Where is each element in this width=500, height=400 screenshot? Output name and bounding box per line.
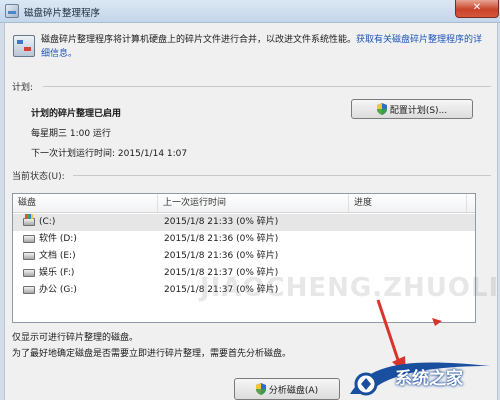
disk-row[interactable]: (C:) 2015/1/8 21:33 (0% 碎片) [13,214,475,231]
disk-last-run: 2015/1/8 21:33 (0% 碎片) [164,217,279,227]
column-header-progress[interactable]: 进度 [349,194,467,212]
system-drive-icon [23,214,35,226]
column-header-disk[interactable]: 磁盘 [13,194,158,212]
disk-name: 文档 (E:) [39,251,76,261]
description-text: 磁盘碎片整理程序将计算机硬盘上的碎片文件进行合并，以改进文件系统性能。 [41,35,357,45]
uac-shield-icon [376,103,387,115]
window-client: 磁盘碎片整理程序将计算机硬盘上的碎片文件进行合并，以改进文件系统性能。获取有关磁… [4,23,498,400]
current-status-label: 当前状态(U): [12,172,65,182]
drive-icon [23,235,35,243]
annotation-arrow-small-icon [432,318,442,326]
drive-icon [23,252,35,260]
analyze-disk-label: 分析磁盘(A) [268,385,319,396]
disk-name: 办公 (G:) [39,285,77,295]
schedule-section-label: 计划: [12,83,34,93]
list-scrollbar[interactable] [465,212,475,322]
brand-name: 系统之家 [395,369,463,389]
disk-name: (C:) [39,217,56,227]
defrag-illustration-icon [13,35,35,57]
configure-schedule-label: 配置计划(S)... [389,105,448,116]
disk-last-run: 2015/1/8 21:36 (0% 碎片) [164,251,279,261]
schedule-run-time: 每星期三 1:00 运行 [31,129,111,139]
footer-note-2: 为了最好地确定磁盘是否需要立即进行碎片整理，需要首先分析磁盘。 [12,349,292,359]
title-bar: 磁盘碎片整理程序 ✕ [0,0,500,23]
drive-icon [23,286,35,294]
close-button[interactable]: ✕ [455,0,499,18]
disk-name: 娱乐 (F:) [39,268,75,278]
disk-list-header: 磁盘 上一次运行时间 进度 [13,194,475,213]
disk-name: 软件 (D:) [39,234,77,244]
configure-schedule-button[interactable]: 配置计划(S)... [351,99,473,119]
uac-shield-icon [255,383,266,395]
column-header-last-run[interactable]: 上一次运行时间 [158,194,349,212]
schedule-next-run: 下一次计划运行时间: 2015/1/14 1:07 [31,149,188,159]
disk-last-run: 2015/1/8 21:36 (0% 碎片) [164,234,279,244]
drive-icon [23,269,35,277]
defrag-app-icon [5,4,19,18]
window-title: 磁盘碎片整理程序 [24,8,101,19]
footer-note-1: 仅显示可进行碎片整理的磁盘。 [12,333,139,343]
disk-row[interactable]: 软件 (D:) 2015/1/8 21:36 (0% 碎片) [13,231,475,248]
schedule-status: 计划的碎片整理已启用 [31,109,122,119]
watermark: JIAOCHENG.ZHUOLIAN.COM [200,273,500,303]
analyze-disk-button[interactable]: 分析磁盘(A) [234,378,340,400]
status-divider [73,175,491,176]
schedule-divider [43,86,491,87]
description: 磁盘碎片整理程序将计算机硬盘上的碎片文件进行合并，以改进文件系统性能。获取有关磁… [41,33,491,61]
disk-row[interactable]: 文档 (E:) 2015/1/8 21:36 (0% 碎片) [13,248,475,265]
